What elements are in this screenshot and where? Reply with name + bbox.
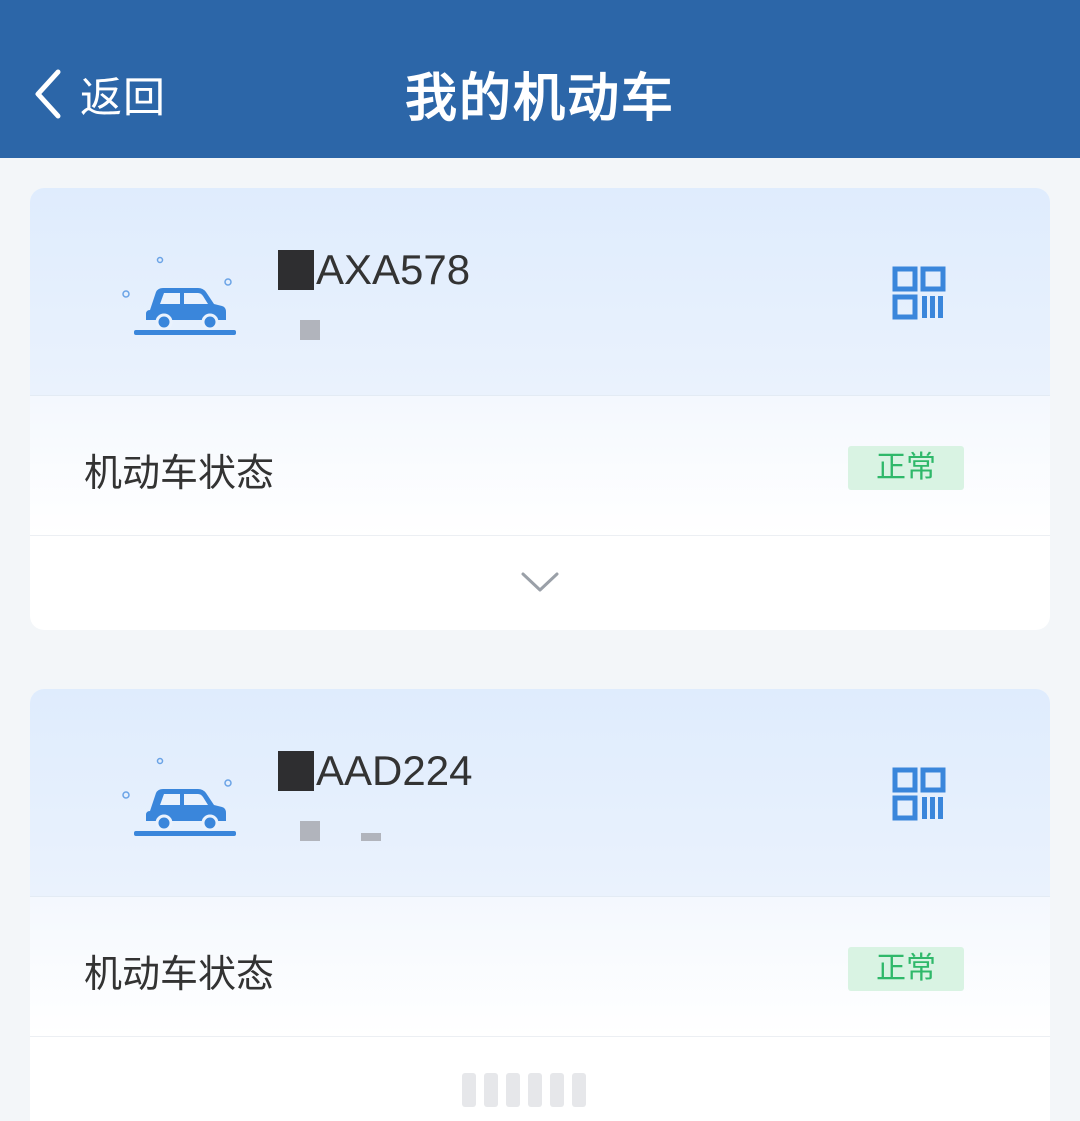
vehicle-card-header[interactable]: AXA578 <box>30 188 1050 396</box>
vehicle-status-row: 机动车状态 正常 <box>30 897 1050 1037</box>
chevron-down-icon <box>521 572 559 592</box>
vehicle-card-header[interactable]: AAD224 <box>30 689 1050 897</box>
car-icon <box>122 256 236 335</box>
plate-mask <box>278 751 314 791</box>
vehicle-subtitle-mask <box>300 821 382 845</box>
blurred-content <box>462 1073 586 1107</box>
qr-code-icon[interactable] <box>892 266 946 320</box>
status-badge: 正常 <box>848 446 964 490</box>
status-label: 机动车状态 <box>84 451 275 495</box>
expand-details-button[interactable] <box>30 1037 1050 1121</box>
vehicle-status-row: 机动车状态 正常 <box>30 396 1050 536</box>
expand-details-button[interactable] <box>30 536 1050 628</box>
plate-number: AAD224 <box>278 747 472 794</box>
page-title: 我的机动车 <box>404 69 675 129</box>
vehicle-subtitle-mask <box>300 320 320 344</box>
vehicle-card: AXA578 机动车状态 正常 <box>30 188 1050 630</box>
top-nav-bar: 返回 我的机动车 <box>0 0 1080 158</box>
plate-number: AXA578 <box>278 246 470 293</box>
status-badge: 正常 <box>848 947 964 991</box>
car-icon <box>122 757 236 836</box>
plate-mask <box>278 250 314 290</box>
vehicle-card: AAD224 机动车状态 正常 <box>30 689 1050 1121</box>
qr-code-icon[interactable] <box>892 767 946 821</box>
status-label: 机动车状态 <box>84 952 275 996</box>
